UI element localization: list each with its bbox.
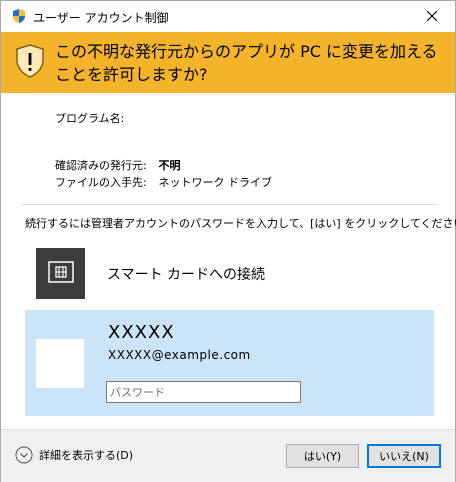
smart-card-label: スマート カードへの接続 — [107, 267, 266, 283]
instruction-text: 続行するには管理者アカウントのパスワードを入力して、[はい] をクリックしてくだ… — [25, 217, 456, 230]
no-button[interactable]: いいえ(N) — [367, 444, 441, 468]
show-details-label: 詳細を表示する(D) — [39, 449, 134, 462]
footer-bar: 詳細を表示する(D) はい(Y) いいえ(N) — [1, 429, 455, 482]
publisher-value: 不明 — [158, 159, 181, 172]
smart-card-reader-icon — [47, 260, 74, 287]
warning-shield-icon — [15, 44, 45, 78]
window-title: ユーザー アカウント制御 — [33, 11, 169, 25]
smart-card-tile — [36, 248, 85, 299]
close-button[interactable] — [409, 1, 455, 32]
publisher-label: 確認済みの発行元: — [55, 159, 147, 172]
chevron-down-circle-icon — [15, 446, 33, 464]
avatar — [36, 339, 84, 388]
program-row: プログラム名: — [55, 110, 159, 126]
uac-shield-icon — [11, 8, 27, 24]
account-name: XXXXX — [108, 322, 175, 343]
origin-value: ネットワーク ドライブ — [158, 176, 273, 189]
close-icon — [426, 7, 438, 26]
origin-row: ファイルの入手先: ネットワーク ドライブ — [55, 174, 272, 190]
prompt-question: この不明な発行元からのアプリが PC に変更を加えることを許可しますか? — [55, 42, 438, 84]
uac-dialog: ユーザー アカウント制御 この不明な発行元からのアプリが PC に変更を加えるこ… — [0, 0, 456, 482]
account-email: XXXXX@example.com — [108, 348, 251, 362]
divider — [21, 204, 438, 205]
show-details-link[interactable]: 詳細を表示する(D) — [15, 446, 133, 464]
prompt-banner: この不明な発行元からのアプリが PC に変更を加えることを許可しますか? — [1, 32, 455, 93]
credential-tile[interactable]: XXXXX XXXXX@example.com — [25, 310, 434, 416]
title-bar: ユーザー アカウント制御 — [1, 1, 455, 32]
password-input[interactable] — [106, 381, 301, 403]
origin-label: ファイルの入手先: — [55, 176, 147, 189]
smart-card-option[interactable]: スマート カードへの接続 — [36, 248, 434, 300]
program-label: プログラム名: — [55, 112, 125, 125]
publisher-row: 確認済みの発行元: 不明 — [55, 157, 181, 173]
yes-button[interactable]: はい(Y) — [286, 444, 359, 468]
